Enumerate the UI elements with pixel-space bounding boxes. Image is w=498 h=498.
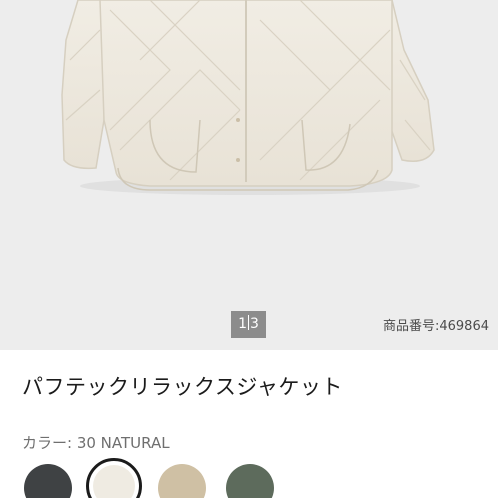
color-swatch-list [0,458,498,498]
product-number: 商品番号:469864 [382,319,489,334]
product-title: パフテックリラックスジャケット [22,375,343,399]
color-swatch-natural[interactable] [86,458,142,498]
swatch-fill [24,464,72,498]
color-swatch-olive[interactable] [226,464,274,498]
pager-total: 3 [250,316,259,332]
color-swatch-beige[interactable] [158,464,206,498]
swatch-fill [93,465,135,498]
swatch-fill [226,464,274,498]
pager-current: 1 [238,316,247,332]
color-label: カラー: 30 NATURAL [22,434,170,452]
color-swatch-dark-gray[interactable] [24,464,72,498]
jacket-image [61,0,435,195]
swatch-fill [158,464,206,498]
product-page: 13 商品番号:469864 パフテックリラックスジャケット カラー: 30 N… [0,0,498,498]
product-image[interactable]: 13 商品番号:469864 [0,0,498,350]
pager-divider [248,315,249,330]
image-pager: 13 [231,311,266,338]
